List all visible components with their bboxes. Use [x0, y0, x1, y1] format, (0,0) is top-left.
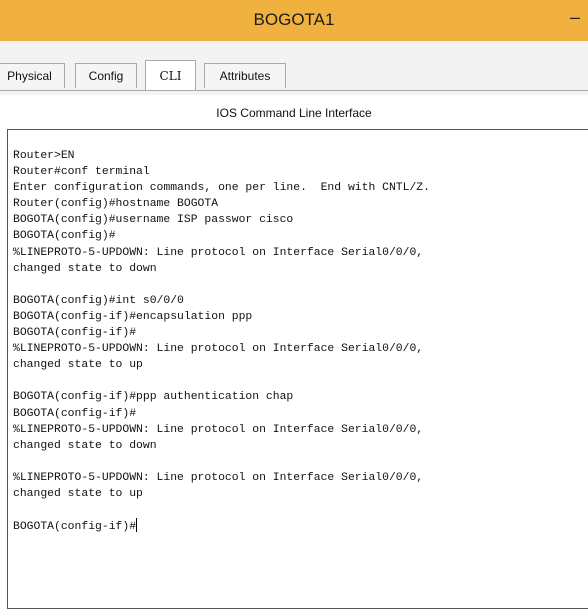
terminal-line: BOGOTA(config-if)#: [13, 407, 137, 420]
terminal-line: changed state to up: [13, 487, 143, 500]
terminal-line: BOGOTA(config)#username ISP passwor cisc…: [13, 214, 294, 227]
tab-attributes[interactable]: Attributes: [204, 63, 286, 88]
terminal-line: Router>EN: [13, 150, 75, 162]
text-cursor: [136, 518, 138, 533]
terminal-line: BOGOTA(config)#: [13, 230, 116, 243]
terminal-line: %LINEPROTO-5-UPDOWN: Line protocol on In…: [13, 246, 424, 259]
title-bar: BOGOTA1 –: [0, 0, 588, 41]
terminal-line: changed state to down: [13, 439, 157, 452]
tab-config[interactable]: Config: [75, 63, 137, 88]
terminal-lines: Router>EN Router#conf terminal Enter con…: [13, 150, 430, 500]
tab-divider: [0, 90, 588, 91]
tab-physical[interactable]: Physical: [0, 63, 65, 88]
terminal-line: changed state to up: [13, 359, 143, 372]
terminal-line: Router#conf terminal: [13, 166, 150, 179]
minimize-button[interactable]: –: [570, 7, 580, 28]
window-title: BOGOTA1: [253, 10, 335, 29]
terminal-prompt[interactable]: BOGOTA(config-if)#: [13, 521, 136, 533]
terminal-line: %LINEPROTO-5-UPDOWN: Line protocol on In…: [13, 423, 424, 436]
terminal-line: BOGOTA(config)#int s0/0/0: [13, 294, 184, 307]
tab-cli[interactable]: CLI: [145, 60, 196, 91]
terminal-console[interactable]: Router>EN Router#conf terminal Enter con…: [7, 129, 588, 609]
terminal-line: Router(config)#hostname BOGOTA: [13, 198, 219, 211]
cli-header: IOS Command Line Interface: [216, 106, 372, 120]
terminal-line: BOGOTA(config-if)#encapsulation ppp: [13, 310, 253, 323]
terminal-line: BOGOTA(config-if)#ppp authentication cha…: [13, 391, 294, 404]
terminal-line: Enter configuration commands, one per li…: [13, 182, 430, 195]
tab-bar: Physical Config CLI Attributes: [0, 41, 588, 95]
terminal-line: %LINEPROTO-5-UPDOWN: Line protocol on In…: [13, 471, 424, 484]
terminal-output: Router>EN Router#conf terminal Enter con…: [13, 148, 430, 535]
terminal-line: BOGOTA(config-if)#: [13, 327, 137, 340]
terminal-line: changed state to down: [13, 262, 157, 275]
terminal-line: %LINEPROTO-5-UPDOWN: Line protocol on In…: [13, 343, 424, 356]
